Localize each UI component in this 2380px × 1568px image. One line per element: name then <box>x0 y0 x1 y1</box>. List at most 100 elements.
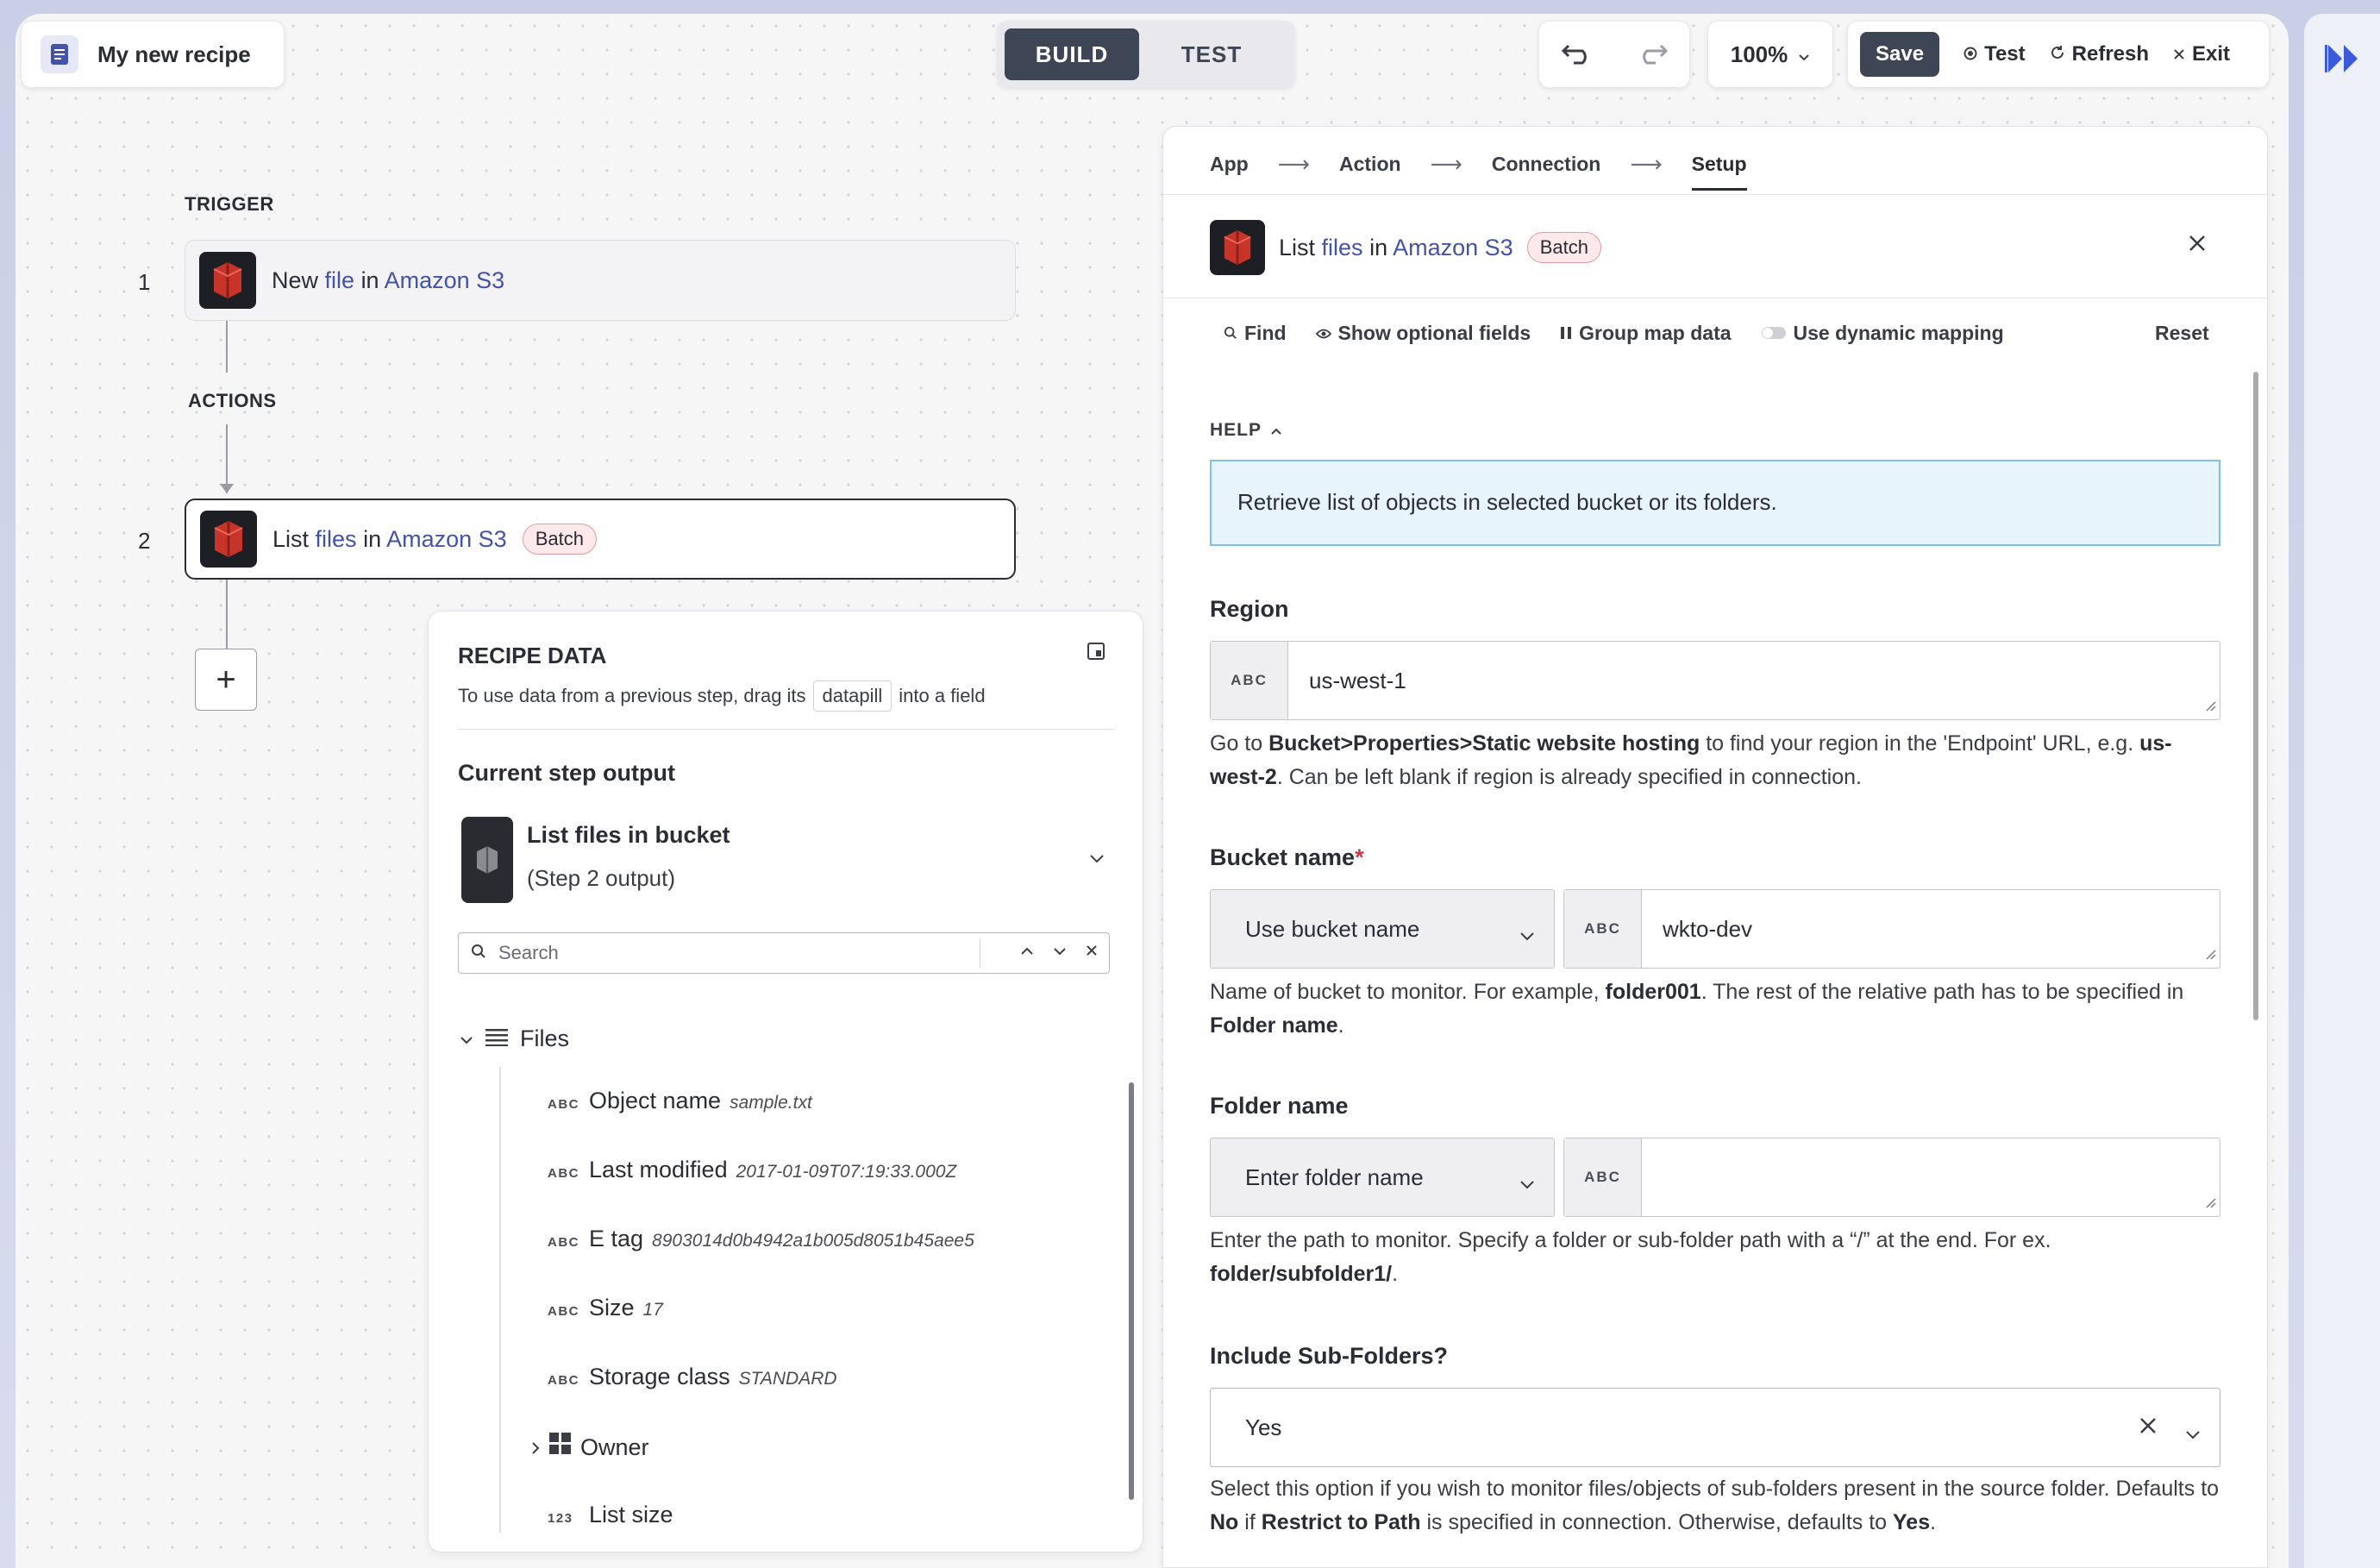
chevron-down-icon[interactable] <box>1052 940 1068 963</box>
chevron-down-icon[interactable] <box>1089 853 1105 869</box>
recipe-title[interactable]: My new recipe <box>97 41 251 68</box>
region-field[interactable]: ABC us-west-1 <box>1210 641 2220 720</box>
dynamic-mapping-toggle[interactable]: Use dynamic mapping <box>1761 322 2004 345</box>
subfolders-hint: Select this option if you wish to monito… <box>1210 1472 2220 1540</box>
object-grid-icon <box>549 1433 572 1461</box>
datapill-type: ABC <box>548 1304 579 1319</box>
tree-root-files[interactable]: Files <box>460 1025 569 1052</box>
clear-icon[interactable] <box>2139 1414 2158 1441</box>
step-connector-word: in <box>360 267 379 293</box>
list-icon <box>485 1025 508 1052</box>
close-icon <box>2173 42 2185 66</box>
undo-icon[interactable] <box>1561 41 1593 69</box>
breadcrumb-setup[interactable]: Setup <box>1691 153 1747 191</box>
datapill-sample: 8903014d0b4942a1b005d8051b45aee5 <box>652 1231 974 1251</box>
step-title: List files in Amazon S3 <box>272 526 507 553</box>
close-icon[interactable] <box>2188 234 2207 257</box>
bucket-mode-value: Use bucket name <box>1245 915 1420 942</box>
help-text: Retrieve list of objects in selected buc… <box>1210 460 2220 546</box>
reset-button[interactable]: Reset <box>2155 322 2209 345</box>
help-label: HELP <box>1210 420 1262 440</box>
datapill-name: Size <box>589 1295 635 1320</box>
hint-text: Enter the path to monitor. Specify a fol… <box>1210 1228 2051 1252</box>
config-header: List files in Amazon S3 Batch <box>1210 220 1601 275</box>
datapill-sample: 17 <box>642 1300 663 1320</box>
amazon-s3-icon <box>199 252 256 309</box>
search-input[interactable]: Search <box>498 942 559 964</box>
group-map-data-button[interactable]: Group map data <box>1560 322 1732 345</box>
amazon-s3-icon <box>461 817 513 903</box>
datapill-item[interactable]: ABC Storage class STANDARD <box>548 1364 837 1390</box>
region-hint: Go to Bucket>Properties>Static website h… <box>1210 727 2220 794</box>
step-app: Amazon S3 <box>386 525 507 552</box>
datapill-item[interactable]: ABC E tag 8903014d0b4942a1b005d8051b45ae… <box>548 1226 974 1252</box>
build-tab[interactable]: BUILD <box>1005 28 1139 80</box>
datapill-item[interactable]: ABC Last modified 2017-01-09T07:19:33.00… <box>548 1157 956 1183</box>
trigger-step-card[interactable]: New file in Amazon S3 <box>185 240 1016 321</box>
show-optional-fields-button[interactable]: Show optional fields <box>1315 322 1531 345</box>
workato-logo-icon[interactable] <box>2325 41 2363 80</box>
search-icon <box>1224 322 1237 345</box>
recipe-title-bar[interactable]: My new recipe <box>21 21 285 88</box>
test-button[interactable]: Test <box>1964 42 2026 66</box>
history-controls <box>1538 21 1690 88</box>
hint-text: . <box>1930 1510 1937 1534</box>
current-output-heading: Current step output <box>458 760 675 786</box>
chevron-up-icon[interactable] <box>1019 940 1035 963</box>
datapill-sample: STANDARD <box>738 1369 837 1389</box>
step-number: 2 <box>138 528 151 554</box>
resize-grip-icon[interactable] <box>2204 948 2216 964</box>
datapill-item[interactable]: 123 List size <box>548 1502 673 1528</box>
folder-name-label: Folder name <box>1210 1093 1349 1119</box>
subfolders-select[interactable]: Yes <box>1210 1388 2220 1467</box>
add-step-button[interactable]: + <box>195 649 257 711</box>
breadcrumb-connection[interactable]: Connection <box>1492 153 1601 176</box>
breadcrumb-action[interactable]: Action <box>1339 153 1401 176</box>
hint-bold: Bucket>Properties>Static website hosting <box>1268 731 1700 756</box>
datapill-item[interactable]: ABC Object name sample.txt <box>548 1088 812 1114</box>
subtitle-text: into a field <box>899 685 986 706</box>
resize-grip-icon[interactable] <box>2204 699 2216 716</box>
zoom-level: 100% <box>1730 41 1788 67</box>
help-toggle[interactable]: HELP <box>1210 420 1282 441</box>
datapill-search[interactable]: Search <box>458 932 1110 974</box>
breadcrumb-app[interactable]: App <box>1210 153 1249 176</box>
datapill-sample: 2017-01-09T07:19:33.000Z <box>736 1162 957 1182</box>
resize-grip-icon[interactable] <box>2204 1196 2216 1213</box>
connector-arrow-icon <box>220 484 234 493</box>
clear-icon[interactable] <box>1085 940 1099 963</box>
save-button[interactable]: Save <box>1860 32 1940 77</box>
folder-mode-select[interactable]: Enter folder name <box>1210 1138 1555 1217</box>
refresh-button[interactable]: Refresh <box>2050 42 2149 66</box>
scrollbar[interactable] <box>2253 372 2258 1020</box>
bucket-mode-select[interactable]: Use bucket name <box>1210 889 1555 969</box>
folder-name-field[interactable]: ABC <box>1563 1138 2220 1217</box>
field-type-tag: ABC <box>1564 1138 1642 1216</box>
test-tab[interactable]: TEST <box>1144 28 1279 80</box>
action-step-card[interactable]: List files in Amazon S3 Batch <box>185 499 1016 580</box>
hint-text: . The rest of the relative path has to b… <box>1700 980 2184 1004</box>
find-button[interactable]: Find <box>1224 322 1287 345</box>
zoom-dropdown[interactable]: 100% <box>1707 21 1833 88</box>
chevron-down-icon <box>460 1025 473 1052</box>
step-number: 1 <box>138 269 151 295</box>
datapill-item[interactable]: ABC Size 17 <box>548 1295 663 1321</box>
mode-toggle: BUILD TEST <box>997 21 1295 88</box>
chevron-down-icon <box>2185 1420 2201 1446</box>
bucket-name-field[interactable]: ABC wkto-dev <box>1563 889 2220 969</box>
exit-button-label: Exit <box>2192 42 2231 66</box>
subfolders-label: Include Sub-Folders? <box>1210 1343 1449 1369</box>
toggle-off-icon <box>1761 322 1787 345</box>
dock-panel-icon[interactable] <box>1087 643 1105 664</box>
recipe-data-title: RECIPE DATA <box>458 643 607 668</box>
hint-text: . Can be left blank if region is already… <box>1276 765 1862 789</box>
scrollbar[interactable] <box>1129 1082 1134 1500</box>
hint-bold: Restrict to Path <box>1261 1510 1421 1534</box>
output-step-title: List files in bucket <box>527 822 730 848</box>
amazon-s3-icon <box>1210 220 1265 275</box>
folder-hint: Enter the path to monitor. Specify a fol… <box>1210 1224 2220 1291</box>
redo-icon[interactable] <box>1637 41 1668 69</box>
datapill-item-owner[interactable]: Owner <box>530 1433 649 1461</box>
exit-button[interactable]: Exit <box>2173 42 2230 66</box>
dynamic-mapping-label: Use dynamic mapping <box>1793 322 2004 344</box>
